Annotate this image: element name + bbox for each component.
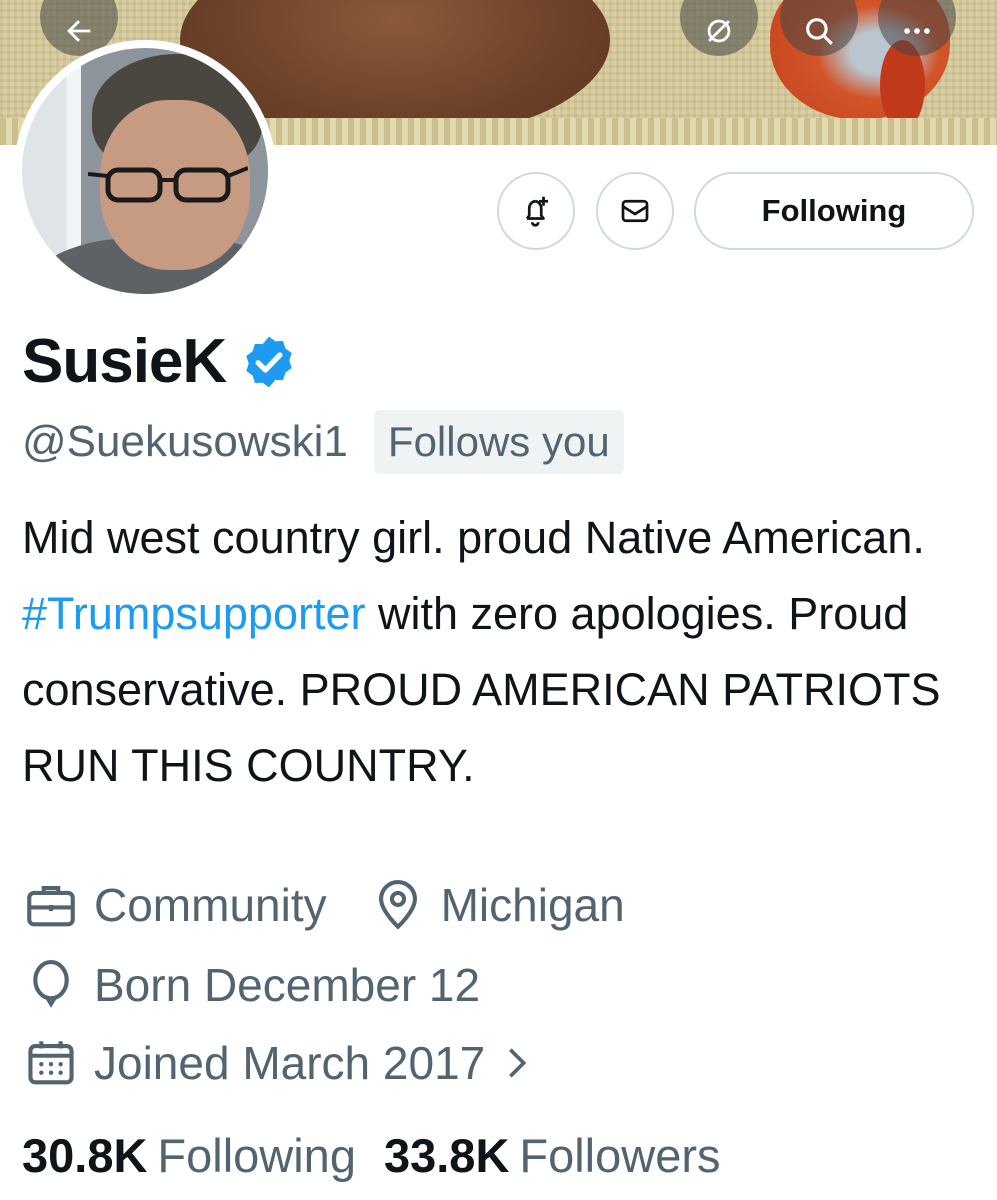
message-button[interactable]	[596, 172, 674, 250]
following-label: Following	[157, 1129, 356, 1182]
notifications-button[interactable]	[497, 172, 575, 250]
bell-plus-icon	[525, 196, 548, 227]
joined-label: Joined March 2017	[94, 1037, 486, 1089]
joined-item[interactable]: Joined March 2017	[22, 1034, 537, 1092]
hashtag-link[interactable]: #Trumpsupporter	[22, 588, 365, 639]
followers-label: Followers	[519, 1129, 721, 1182]
avatar-image	[22, 48, 268, 294]
location-item: Michigan	[369, 876, 625, 934]
location-label: Michigan	[440, 879, 625, 931]
follows-you-badge: Follows you	[373, 410, 624, 474]
envelope-icon	[621, 199, 649, 223]
follow-stats: 30.8K Following 33.8K Followers	[22, 1128, 749, 1183]
more-horizontal-icon	[904, 28, 930, 34]
following-button[interactable]: Following	[694, 172, 974, 250]
followers-stat[interactable]: 33.8K Followers	[384, 1128, 721, 1183]
following-stat[interactable]: 30.8K Following	[22, 1128, 356, 1183]
profile-meta-row: Community Michigan	[22, 876, 667, 934]
location-pin-icon	[378, 879, 417, 930]
profile-name-row: SusieK	[22, 326, 298, 397]
birthday-label: Born December 12	[94, 959, 481, 1011]
search-icon	[806, 18, 833, 45]
profile-meta-row: Joined March 2017	[22, 1034, 579, 1092]
profile-bio: Mid west country girl. proud Native Amer…	[22, 500, 982, 804]
handle-row: @Suekusowski1 Follows you	[22, 410, 624, 474]
glasses-detail	[88, 166, 248, 203]
eye-slash-icon	[707, 19, 731, 43]
briefcase-icon	[27, 886, 75, 927]
following-count: 30.8K	[22, 1129, 148, 1182]
avatar[interactable]	[14, 40, 276, 302]
category-label: Community	[94, 879, 327, 931]
username-handle: @Suekusowski1	[22, 417, 348, 466]
display-name: SusieK	[22, 327, 227, 396]
bio-text: Mid west country girl. proud Native Amer…	[22, 512, 925, 563]
balloon-icon	[33, 959, 69, 1008]
arrow-left-icon	[67, 20, 91, 42]
category-item: Community	[22, 876, 327, 934]
chevron-right-icon	[509, 1048, 527, 1078]
profile-meta-row: Born December 12	[22, 956, 522, 1014]
birthday-item: Born December 12	[22, 956, 480, 1014]
followers-count: 33.8K	[383, 1129, 510, 1182]
verified-badge-icon[interactable]	[240, 333, 298, 391]
calendar-icon	[28, 1041, 74, 1085]
